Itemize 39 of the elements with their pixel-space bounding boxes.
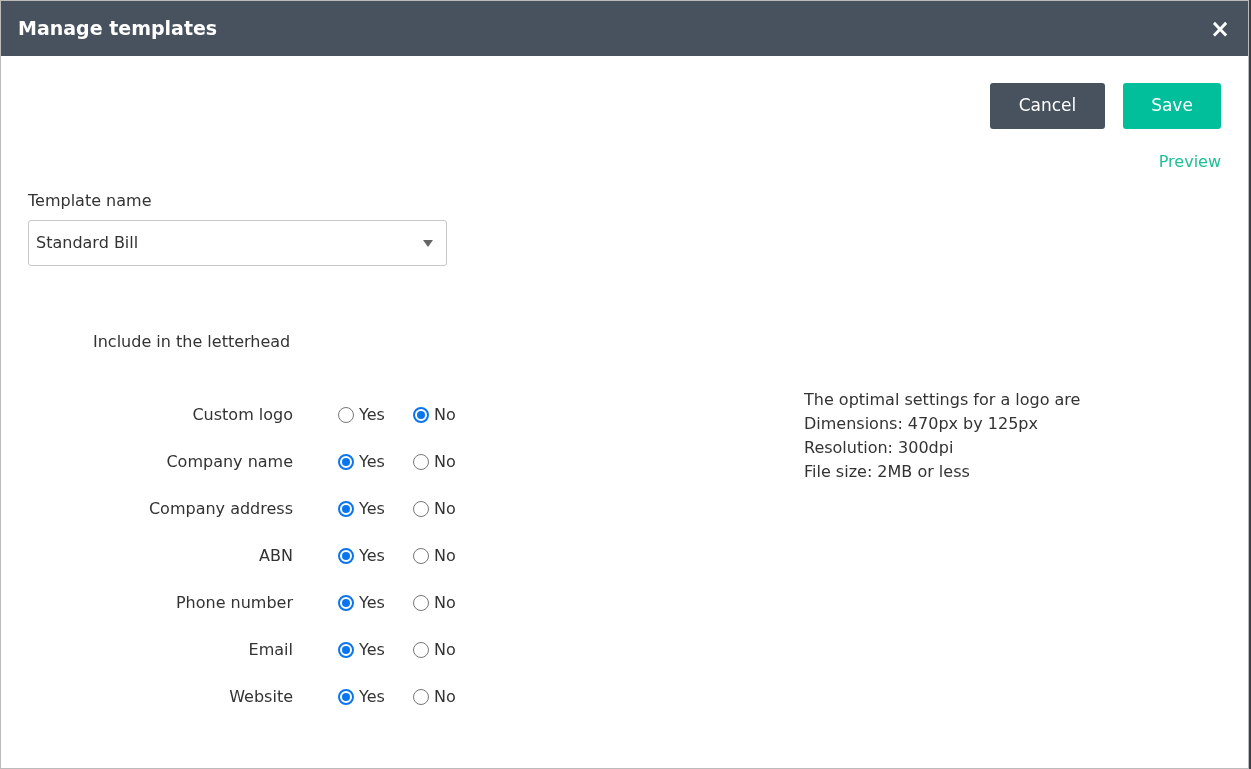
option-label: Yes: [359, 545, 385, 567]
radio-button[interactable]: [338, 689, 354, 705]
radio-button[interactable]: [338, 501, 354, 517]
radio-button[interactable]: [338, 595, 354, 611]
section-heading: Include in the letterhead: [93, 331, 291, 353]
option-label: No: [434, 451, 456, 473]
option-label: No: [434, 498, 456, 520]
option-label: No: [434, 404, 456, 426]
radio-button[interactable]: [338, 454, 354, 470]
option-label: No: [434, 545, 456, 567]
row-label: Company address: [147, 498, 293, 520]
option-label: Yes: [359, 498, 385, 520]
row-label: Email: [247, 639, 293, 661]
option-label: Yes: [359, 592, 385, 614]
window-title: Manage templates: [18, 16, 218, 42]
option-label: Yes: [359, 639, 385, 661]
radio-button[interactable]: [413, 407, 429, 423]
radio-button[interactable]: [338, 548, 354, 564]
radio-button[interactable]: [338, 642, 354, 658]
info-text: Resolution: 300dpi: [804, 437, 955, 459]
option-label: No: [434, 686, 456, 708]
option-label: No: [434, 592, 456, 614]
close-button[interactable]: ×: [1209, 16, 1230, 41]
info-text: File size: 2MB or less: [804, 461, 971, 483]
row-label: Website: [228, 686, 293, 708]
option-label: Yes: [359, 451, 385, 473]
dropdown-caret-icon: [423, 239, 433, 247]
option-label: Yes: [359, 404, 385, 426]
field-label: Template name: [28, 190, 152, 212]
option-label: No: [434, 639, 456, 661]
row-label: Phone number: [174, 592, 293, 614]
template-select[interactable]: Standard Bill: [28, 220, 447, 266]
cancel-button[interactable]: Cancel: [990, 83, 1105, 129]
row-label: ABN: [258, 545, 293, 567]
info-text: Dimensions: 470px by 125px: [804, 413, 1039, 435]
row-label: Company name: [165, 451, 293, 473]
option-label: Yes: [359, 686, 385, 708]
row-label: Custom logo: [191, 404, 293, 426]
info-text: The optimal settings for a logo are: [804, 389, 1081, 411]
